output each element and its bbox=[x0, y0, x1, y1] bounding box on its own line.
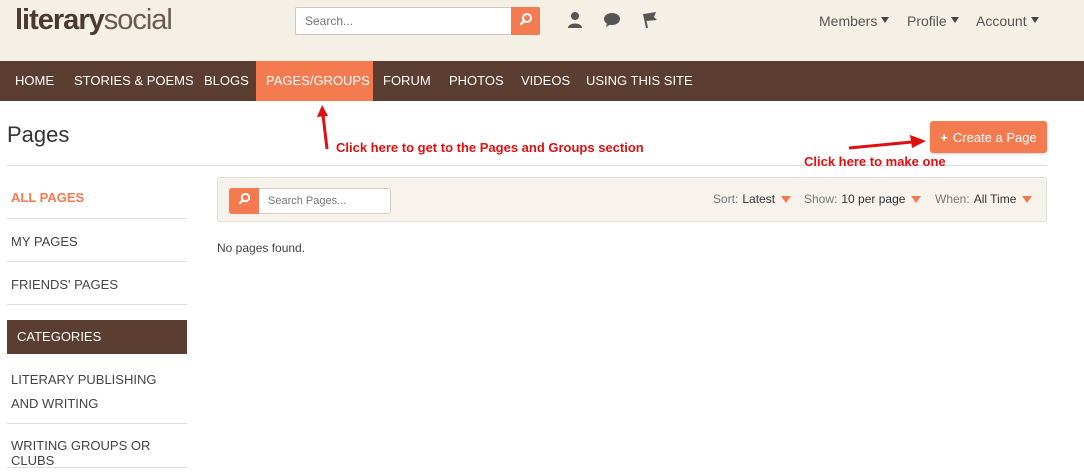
account-menu-label: Account bbox=[976, 13, 1027, 29]
sort-label: Sort: bbox=[713, 192, 739, 206]
search-icon bbox=[519, 12, 533, 31]
profile-menu-label: Profile bbox=[907, 13, 947, 29]
show-filter[interactable]: Show: 10 per page bbox=[804, 192, 922, 206]
sidebar-category-writing-groups[interactable]: WRITING GROUPS OR CLUBS bbox=[7, 438, 187, 468]
chat-bubble-icon[interactable] bbox=[602, 10, 622, 30]
sidebar-divider bbox=[7, 261, 187, 262]
dropdown-triangle-icon bbox=[1022, 195, 1033, 203]
sidebar-item-my-pages[interactable]: MY PAGES bbox=[7, 234, 187, 249]
page-title: Pages bbox=[7, 122, 70, 147]
site-header: literarysocial Members Profile Account bbox=[0, 0, 1084, 61]
nav-pages-groups[interactable]: PAGES/GROUPS bbox=[256, 61, 373, 101]
arrow-right-icon bbox=[848, 135, 926, 150]
sidebar-divider bbox=[7, 218, 187, 219]
sidebar-divider bbox=[7, 423, 187, 424]
show-label: Show: bbox=[804, 192, 838, 206]
nav-stories-poems[interactable]: STORIES & POEMS bbox=[64, 61, 204, 101]
empty-state-message: No pages found. bbox=[217, 241, 306, 255]
pages-filter-bar: Sort: Latest Show: 10 per page When: All… bbox=[217, 177, 1047, 222]
categories-header: CATEGORIES bbox=[7, 320, 187, 354]
pages-search-input[interactable] bbox=[259, 188, 391, 214]
nav-home[interactable]: HOME bbox=[5, 61, 64, 101]
dropdown-triangle-icon bbox=[781, 195, 792, 203]
when-filter[interactable]: When: All Time bbox=[935, 192, 1033, 206]
nav-forum[interactable]: FORUM bbox=[373, 61, 441, 101]
chevron-down-icon bbox=[881, 17, 890, 23]
chevron-down-icon bbox=[950, 17, 959, 23]
create-page-label: Create a Page bbox=[952, 129, 1037, 145]
nav-photos[interactable]: PHOTOS bbox=[439, 61, 514, 101]
search-icon bbox=[238, 192, 251, 210]
show-value: 10 per page bbox=[841, 192, 906, 206]
main-nav: HOME STORIES & POEMS BLOGS PAGES/GROUPS … bbox=[0, 61, 1084, 101]
profile-menu[interactable]: Profile bbox=[907, 13, 959, 29]
global-search bbox=[295, 7, 540, 35]
sidebar-category-literary-publishing[interactable]: LITERARY PUBLISHING AND WRITING bbox=[7, 368, 177, 416]
sidebar-item-friends-pages[interactable]: FRIENDS' PAGES bbox=[7, 277, 187, 292]
create-page-button[interactable]: + Create a Page bbox=[930, 121, 1047, 153]
members-menu-label: Members bbox=[819, 13, 878, 29]
pages-search-button[interactable] bbox=[229, 188, 259, 214]
arrow-up-icon bbox=[317, 105, 329, 150]
global-search-button[interactable] bbox=[511, 7, 540, 35]
logo-light-text: social bbox=[103, 4, 173, 36]
pages-groups-annotation: Click here to get to the Pages and Group… bbox=[336, 140, 644, 155]
nav-using-this-site[interactable]: USING THIS SITE bbox=[576, 61, 703, 101]
sort-filter[interactable]: Sort: Latest bbox=[713, 192, 792, 206]
plus-icon: + bbox=[940, 129, 948, 145]
dropdown-triangle-icon bbox=[911, 195, 922, 203]
account-menu[interactable]: Account bbox=[976, 13, 1039, 29]
pages-search bbox=[229, 188, 391, 214]
sidebar-item-all-pages[interactable]: ALL PAGES bbox=[7, 190, 187, 205]
when-value: All Time bbox=[973, 192, 1017, 206]
when-label: When: bbox=[935, 192, 970, 206]
nav-videos[interactable]: VIDEOS bbox=[511, 61, 580, 101]
sort-value: Latest bbox=[742, 192, 776, 206]
flag-icon[interactable] bbox=[640, 10, 660, 30]
site-logo[interactable]: literarysocial bbox=[15, 4, 173, 37]
chevron-down-icon bbox=[1030, 17, 1039, 23]
global-search-input[interactable] bbox=[295, 7, 511, 35]
members-menu[interactable]: Members bbox=[819, 13, 890, 29]
create-page-annotation: Click here to make one bbox=[804, 154, 946, 169]
sidebar-divider bbox=[7, 304, 187, 305]
nav-blogs[interactable]: BLOGS bbox=[194, 61, 259, 101]
user-icon[interactable] bbox=[565, 10, 585, 30]
sidebar-divider bbox=[7, 467, 187, 468]
logo-bold-text: literary bbox=[15, 4, 105, 36]
